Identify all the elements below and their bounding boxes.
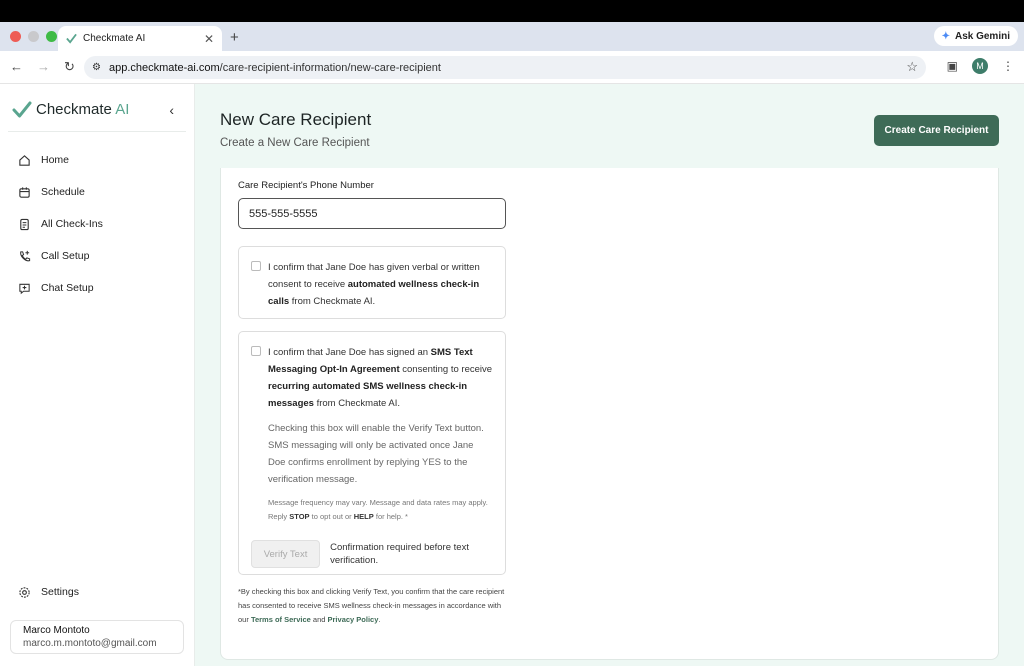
bookmark-star-icon[interactable]: ☆ xyxy=(906,59,918,75)
sidebar-item-label: All Check-Ins xyxy=(41,218,103,230)
page-title: New Care Recipient xyxy=(220,110,372,129)
site-info-icon[interactable]: ⚙ xyxy=(92,62,101,73)
sms-note: Checking this box will enable the Verify… xyxy=(268,423,484,485)
call-consent-text: I confirm that Jane Doe has given verbal… xyxy=(268,262,480,307)
sidebar-item-label: Settings xyxy=(41,586,79,598)
user-name: Marco Montoto xyxy=(23,625,90,636)
checkmate-favicon-icon xyxy=(66,33,77,44)
minimize-window-button[interactable] xyxy=(28,31,39,42)
verify-text-button[interactable]: Verify Text xyxy=(251,540,321,568)
page-header: New Care Recipient Create a New Care Rec… xyxy=(220,110,371,149)
ask-gemini-button[interactable]: ✦ Ask Gemini xyxy=(933,26,1018,46)
sidebar-item-schedule[interactable]: Schedule xyxy=(0,176,194,208)
sidebar: Checkmate AI ‹ Home Schedule All Check-I… xyxy=(0,84,195,666)
back-icon[interactable]: ← xyxy=(10,59,23,75)
create-care-recipient-button[interactable]: Create Care Recipient xyxy=(874,115,999,146)
url-host: app.checkmate-ai.com xyxy=(108,61,220,74)
forward-icon[interactable]: → xyxy=(37,59,50,75)
sidebar-item-label: Home xyxy=(41,154,70,166)
close-window-button[interactable] xyxy=(10,31,21,42)
url-path: /care-recipient-information/new-care-rec… xyxy=(219,61,441,74)
terms-of-service-link[interactable]: Terms of Service xyxy=(251,615,311,624)
close-tab-icon[interactable]: ✕ xyxy=(204,32,214,46)
user-email: marco.m.montoto@gmail.com xyxy=(23,638,157,649)
top-bar xyxy=(0,0,1024,22)
sidebar-item-all-check-ins[interactable]: All Check-Ins xyxy=(0,208,194,240)
ask-gemini-label: Ask Gemini xyxy=(954,30,1010,42)
sidebar-item-label: Schedule xyxy=(41,186,85,198)
chat-add-icon xyxy=(19,283,30,294)
sidebar-item-call-setup[interactable]: Call Setup xyxy=(0,240,194,272)
sms-fine-print: Message frequency may vary. Message and … xyxy=(268,498,488,521)
sidebar-nav: Home Schedule All Check-Ins Call Setup C… xyxy=(0,144,194,304)
call-consent-box: I confirm that Jane Doe has given verbal… xyxy=(238,246,506,319)
calendar-icon xyxy=(19,186,30,198)
tab-title: Checkmate AI xyxy=(83,33,146,44)
collapse-sidebar-icon[interactable]: ‹ xyxy=(169,102,174,118)
sidebar-item-label: Call Setup xyxy=(41,250,90,262)
address-bar-row: ← → ↻ ⚙ app.checkmate-ai.com/care-recipi… xyxy=(0,51,1024,84)
sms-consent-text: I confirm that Jane Doe has signed an SM… xyxy=(268,347,493,409)
sms-disclaimer: *By checking this box and clicking Verif… xyxy=(238,587,505,624)
privacy-policy-link[interactable]: Privacy Policy xyxy=(328,615,379,624)
tab-search-icon[interactable]: ▣ xyxy=(947,59,958,73)
verify-row: Verify Text Confirmation required before… xyxy=(251,540,493,568)
gemini-sparkle-icon: ✦ xyxy=(941,30,950,42)
brand-name: Checkmate AI xyxy=(36,101,130,118)
home-icon xyxy=(19,154,30,166)
phone-add-icon xyxy=(20,250,31,261)
url-bar[interactable]: ⚙ app.checkmate-ai.com/care-recipient-in… xyxy=(84,56,926,79)
main-content: New Care Recipient Create a New Care Rec… xyxy=(195,84,1024,666)
browser-tab[interactable]: Checkmate AI ✕ xyxy=(58,26,222,51)
maximize-window-button[interactable] xyxy=(46,31,57,42)
profile-avatar[interactable]: M xyxy=(972,58,988,74)
page-subtitle: Create a New Care Recipient xyxy=(220,137,370,149)
browser-tab-strip: Checkmate AI ✕ + ✦ Ask Gemini xyxy=(0,22,1024,51)
sidebar-item-home[interactable]: Home xyxy=(0,144,194,176)
sms-consent-checkbox[interactable] xyxy=(251,346,261,356)
verify-note: Confirmation required before text verifi… xyxy=(330,542,469,566)
sidebar-item-settings[interactable]: Settings xyxy=(0,576,97,608)
sms-consent-box: I confirm that Jane Doe has signed an SM… xyxy=(238,331,506,575)
window-controls xyxy=(10,31,57,42)
call-consent-checkbox[interactable] xyxy=(251,261,261,271)
phone-label: Care Recipient's Phone Number xyxy=(238,180,374,191)
browser-menu-icon[interactable]: ⋮ xyxy=(1002,59,1014,73)
gear-icon xyxy=(19,586,30,598)
new-tab-button[interactable]: + xyxy=(230,29,239,46)
logo: Checkmate AI ‹ xyxy=(8,84,186,132)
reload-icon[interactable]: ↻ xyxy=(64,59,75,75)
checkmate-logo-icon xyxy=(12,101,32,117)
document-icon xyxy=(20,218,29,230)
sidebar-item-label: Chat Setup xyxy=(41,282,94,294)
user-card[interactable]: Marco Montoto marco.m.montoto@gmail.com xyxy=(10,620,184,654)
app-container: Checkmate AI ‹ Home Schedule All Check-I… xyxy=(0,84,1024,666)
phone-input[interactable] xyxy=(238,198,506,229)
sidebar-item-chat-setup[interactable]: Chat Setup xyxy=(0,272,194,304)
form-card: Care Recipient's Phone Number I confirm … xyxy=(220,168,999,660)
